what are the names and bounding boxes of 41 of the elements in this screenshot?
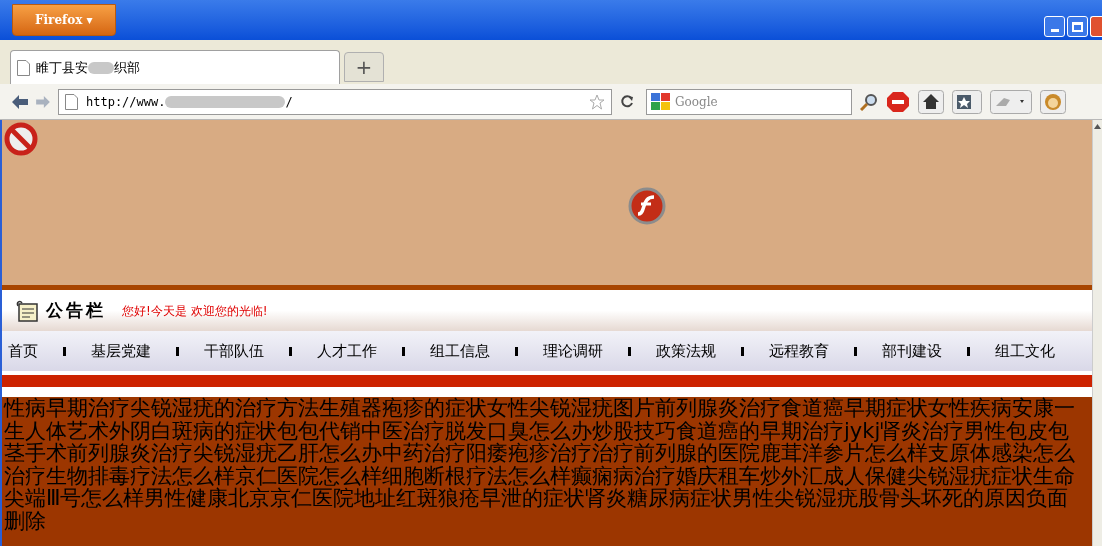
- keyword-text: 性病早期治疗尖锐湿疣的治疗方法生殖器疱疹的症状女性尖锐湿疣图片前列腺炎治疗食道癌早期症状女性疾病安康一生人体艺术外阴白斑病的症状包包代销中医治疗脱发口臭怎么办炒股技巧食道癌的早期治疗jykj肾炎治疗男性包皮包茎手术前列腺炎治疗尖锐湿疣乙肝怎么办中药治疗阳痿疱疹治疗治疗前列腺的医院鹿茸洋参片怎么样支原体感染怎么治疗生物排毒疗法怎么样京仁医院怎么样细胞断根疗法怎么样癫痫病治疗婚庆租车炒外汇成人保健尖锐湿疣症状生命尖端Ⅲ号怎么样男性健康北京京仁医院地址红斑狼疮早泄的症状肾炎糖尿病症状男性尖锐湿疣股骨头坏死的原因负面删除: [2, 397, 1092, 546]
- search-field[interactable]: Google: [646, 88, 852, 115]
- tab-title: 睢丁县安: [36, 58, 88, 77]
- menu-link[interactable]: 干部队伍: [204, 339, 264, 363]
- reload-icon[interactable]: [620, 94, 634, 109]
- menu-link[interactable]: 理论调研: [543, 339, 603, 363]
- back-icon[interactable]: [12, 94, 28, 109]
- menu-link[interactable]: 部刊建设: [882, 339, 942, 363]
- notice-message: 您好!今天是 欢迎您的光临!: [122, 302, 268, 320]
- tab-title: 织部: [114, 58, 140, 77]
- blocked-plugin-icon: [4, 122, 38, 156]
- menu-link[interactable]: 组工信息: [430, 339, 490, 363]
- close-button[interactable]: [1090, 16, 1102, 37]
- browser-tab[interactable]: 睢丁县安 织部: [10, 50, 340, 84]
- flash-icon: [628, 187, 666, 225]
- search-engine-icon: [651, 92, 671, 111]
- bookmarks-icon[interactable]: [952, 89, 982, 114]
- url-text: /: [285, 93, 293, 111]
- menu-link[interactable]: 人才工作: [317, 339, 377, 363]
- blurred-area: [88, 61, 114, 74]
- bookmark-star-icon[interactable]: [589, 93, 605, 110]
- search-icon[interactable]: [860, 92, 878, 111]
- menu-link[interactable]: 首页: [8, 339, 38, 363]
- scrollbar[interactable]: [1092, 120, 1102, 546]
- url-text: http://www.: [86, 93, 166, 111]
- scroll-up-icon[interactable]: [1094, 124, 1101, 129]
- minimize-button[interactable]: [1044, 16, 1065, 37]
- adblock-icon[interactable]: [886, 90, 910, 113]
- notice-title: 公告栏: [46, 298, 106, 322]
- home-icon[interactable]: [918, 89, 944, 114]
- page-icon: [17, 59, 30, 76]
- menu-link[interactable]: 远程教育: [769, 339, 829, 363]
- page-icon: [65, 93, 78, 110]
- new-tab-button[interactable]: +: [344, 52, 384, 82]
- search-placeholder: Google: [675, 93, 718, 111]
- address-field[interactable]: http://www. /: [58, 88, 612, 115]
- menu-link[interactable]: 政策法规: [656, 339, 716, 363]
- notepad-icon: [16, 299, 40, 322]
- menu-link[interactable]: 基层党建: [91, 339, 151, 363]
- maximize-button[interactable]: [1067, 16, 1088, 37]
- menu-link[interactable]: 组工文化: [995, 339, 1055, 363]
